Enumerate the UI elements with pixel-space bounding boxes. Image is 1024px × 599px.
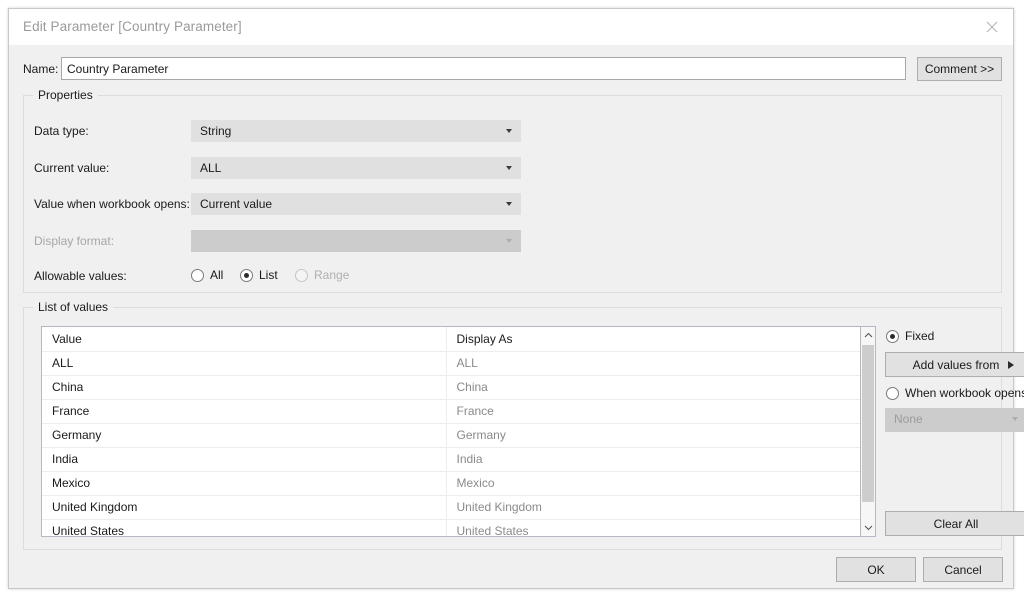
scrollbar-thumb[interactable] xyxy=(862,345,874,502)
cell-value[interactable]: France xyxy=(42,399,446,423)
chevron-down-icon xyxy=(506,202,512,206)
clear-all-button[interactable]: Clear All xyxy=(885,511,1024,536)
cell-value[interactable]: Germany xyxy=(42,423,446,447)
cell-display-as[interactable]: United Kingdom xyxy=(446,495,860,519)
allowable-values-list-label: List xyxy=(259,268,278,282)
name-row: Name: Comment >> xyxy=(9,53,1013,87)
allowable-values-range-label: Range xyxy=(314,268,349,282)
chevron-down-icon xyxy=(506,129,512,133)
column-header-value[interactable]: Value xyxy=(42,327,446,351)
allowable-values-radio-all[interactable]: All xyxy=(191,268,223,282)
ok-button[interactable]: OK xyxy=(836,557,916,582)
value-when-workbook-opens-combo[interactable]: Current value xyxy=(191,193,521,215)
cell-value[interactable]: China xyxy=(42,375,446,399)
table-row[interactable]: FranceFrance xyxy=(42,399,860,423)
comment-button[interactable]: Comment >> xyxy=(917,57,1002,81)
allowable-values-radio-list[interactable]: List xyxy=(240,268,278,282)
display-format-combo xyxy=(191,230,521,252)
cell-display-as[interactable]: France xyxy=(446,399,860,423)
value-when-workbook-opens-label: Value when workbook opens: xyxy=(34,197,190,211)
chevron-down-icon xyxy=(1012,417,1018,421)
list-of-values-legend: List of values xyxy=(33,300,113,314)
properties-group: Properties Data type: String Current val… xyxy=(23,95,1002,293)
cell-value[interactable]: United Kingdom xyxy=(42,495,446,519)
column-header-display-as[interactable]: Display As xyxy=(446,327,860,351)
chevron-down-icon[interactable] xyxy=(861,520,875,536)
cell-display-as[interactable]: ALL xyxy=(446,351,860,375)
table-row[interactable]: ALLALL xyxy=(42,351,860,375)
chevron-up-icon[interactable] xyxy=(861,327,875,343)
when-workbook-opens-radio[interactable]: When workbook opens xyxy=(886,386,1024,400)
values-table: Value Display As ALLALLChinaChinaFranceF… xyxy=(42,327,860,537)
values-table-container[interactable]: Value Display As ALLALLChinaChinaFranceF… xyxy=(41,326,861,537)
cell-display-as[interactable]: United States xyxy=(446,519,860,537)
radio-indicator xyxy=(191,269,204,282)
radio-indicator xyxy=(295,269,308,282)
radio-indicator xyxy=(886,330,899,343)
current-value-combo[interactable]: ALL xyxy=(191,157,521,179)
cell-display-as[interactable]: Germany xyxy=(446,423,860,447)
list-of-values-group: List of values Value Display As ALLALLCh… xyxy=(23,307,1002,550)
fixed-radio[interactable]: Fixed xyxy=(886,329,934,343)
cell-value[interactable]: United States xyxy=(42,519,446,537)
cell-display-as[interactable]: Mexico xyxy=(446,471,860,495)
chevron-down-icon xyxy=(506,239,512,243)
properties-legend: Properties xyxy=(33,88,98,102)
chevron-down-icon xyxy=(506,166,512,170)
table-row[interactable]: United KingdomUnited Kingdom xyxy=(42,495,860,519)
close-icon[interactable] xyxy=(979,15,1005,39)
add-values-from-button[interactable]: Add values from xyxy=(885,352,1024,377)
workbook-open-source-combo: None xyxy=(885,408,1024,432)
table-row[interactable]: IndiaIndia xyxy=(42,447,860,471)
triangle-right-icon xyxy=(1008,361,1014,369)
dialog-titlebar: Edit Parameter [Country Parameter] xyxy=(9,9,1013,45)
radio-indicator xyxy=(886,387,899,400)
allowable-values-radio-range: Range xyxy=(295,268,349,282)
cell-display-as[interactable]: India xyxy=(446,447,860,471)
edit-parameter-dialog: Edit Parameter [Country Parameter] Name:… xyxy=(8,8,1014,589)
values-table-scrollbar[interactable] xyxy=(861,326,876,537)
allowable-values-all-label: All xyxy=(210,268,223,282)
cell-value[interactable]: India xyxy=(42,447,446,471)
cell-value[interactable]: Mexico xyxy=(42,471,446,495)
current-value-value: ALL xyxy=(200,161,221,175)
cancel-button[interactable]: Cancel xyxy=(923,557,1003,582)
dialog-title: Edit Parameter [Country Parameter] xyxy=(23,19,242,34)
fixed-label: Fixed xyxy=(905,329,934,343)
value-when-workbook-opens-value: Current value xyxy=(200,197,272,211)
data-type-value: String xyxy=(200,124,231,138)
when-workbook-opens-label: When workbook opens xyxy=(905,386,1024,400)
radio-indicator xyxy=(240,269,253,282)
add-values-from-label: Add values from xyxy=(913,358,1000,372)
allowable-values-label: Allowable values: xyxy=(34,269,127,283)
table-header-row: Value Display As xyxy=(42,327,860,351)
name-label: Name: xyxy=(23,62,58,76)
table-row[interactable]: United StatesUnited States xyxy=(42,519,860,537)
cell-value[interactable]: ALL xyxy=(42,351,446,375)
data-type-label: Data type: xyxy=(34,124,89,138)
display-format-label: Display format: xyxy=(34,234,114,248)
table-row[interactable]: ChinaChina xyxy=(42,375,860,399)
workbook-open-source-value: None xyxy=(894,412,923,426)
table-row[interactable]: GermanyGermany xyxy=(42,423,860,447)
data-type-combo[interactable]: String xyxy=(191,120,521,142)
table-row[interactable]: MexicoMexico xyxy=(42,471,860,495)
cell-display-as[interactable]: China xyxy=(446,375,860,399)
parameter-name-input[interactable] xyxy=(61,57,906,80)
current-value-label: Current value: xyxy=(34,161,109,175)
